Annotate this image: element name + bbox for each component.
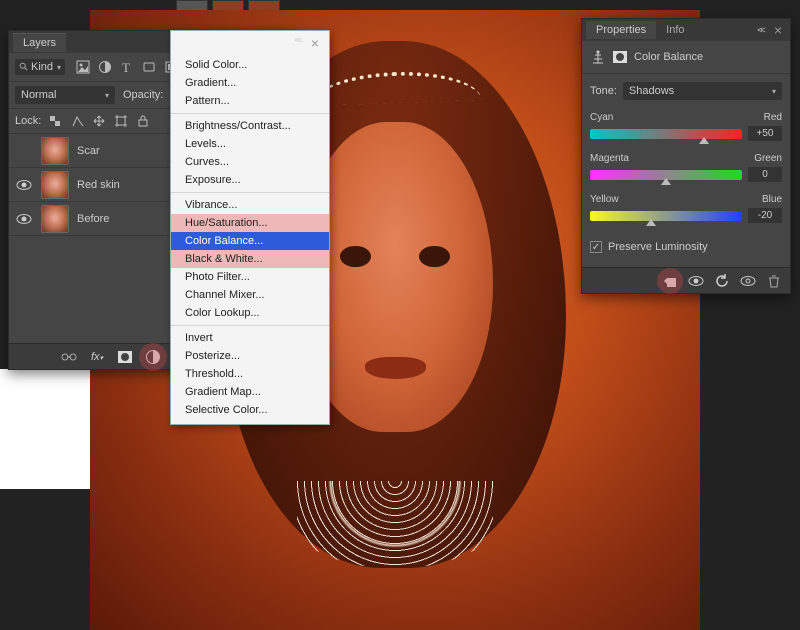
layer-visibility-toggle[interactable] [15,213,33,225]
layer-fx-icon[interactable]: fx▾ [88,348,106,366]
clip-to-layer-icon[interactable] [662,273,678,289]
slider-handle[interactable] [661,178,671,186]
chevron-down-icon: ▾ [57,63,61,72]
adjustment-menu-item[interactable]: Curves... [171,153,329,171]
filter-shape-icon[interactable] [141,59,157,75]
layer-visibility-toggle[interactable] [15,179,33,191]
tone-dropdown[interactable]: Shadows ▾ [623,82,782,100]
adjustment-menu-item[interactable]: Threshold... [171,365,329,383]
slider-track[interactable] [590,211,742,221]
slider-value-input[interactable]: -20 [748,208,782,223]
adjustment-layer-menu: << × Solid Color...Gradient...Pattern...… [170,30,330,425]
slider-value-input[interactable]: 0 [748,167,782,182]
layer-thumbnail[interactable] [41,137,69,165]
adjustment-menu-item[interactable]: Posterize... [171,347,329,365]
layer-thumbnail[interactable] [41,205,69,233]
blend-mode-value: Normal [21,89,56,101]
properties-panel-footer [582,267,790,293]
filter-pixel-icon[interactable] [75,59,91,75]
adjustment-menu-item[interactable]: Gradient Map... [171,383,329,401]
toggle-visibility-icon[interactable] [740,273,756,289]
adjustment-menu-item[interactable]: Brightness/Contrast... [171,117,329,135]
color-balance-slider: Magenta Green 0 [582,149,790,190]
adjustment-menu-item[interactable]: Photo Filter... [171,268,329,286]
slider-handle[interactable] [646,219,656,227]
adjustment-menu-item[interactable]: Invert [171,329,329,347]
slider-right-label: Red [764,112,782,123]
slider-left-label: Yellow [590,194,619,205]
adjustment-menu-item[interactable]: Pattern... [171,92,329,110]
properties-panel: Properties Info << × Color Balance Tone:… [581,18,791,294]
layer-name: Scar [77,145,100,157]
delete-adjustment-icon[interactable] [766,273,782,289]
lock-artboard-icon[interactable] [113,113,129,129]
adjustment-menu-item[interactable]: Exposure... [171,171,329,189]
slider-track[interactable] [590,170,742,180]
layers-panel-tab[interactable]: Layers [13,33,66,52]
adjustment-menu-item[interactable]: Hue/Saturation... [171,214,329,232]
adjustment-menu-item[interactable]: Vibrance... [171,196,329,214]
tone-label: Tone: [590,85,617,97]
slider-right-label: Blue [762,194,782,205]
preserve-luminosity-label: Preserve Luminosity [608,241,708,253]
chevron-down-icon: ▾ [105,91,109,100]
adjustment-menu-item[interactable]: Gradient... [171,74,329,92]
properties-tab[interactable]: Properties [586,21,656,39]
tone-value: Shadows [629,85,674,97]
preserve-luminosity-checkbox[interactable]: ✓ [590,241,602,253]
opacity-label: Opacity: [123,89,163,101]
adjustment-menu-item[interactable]: Black & White... [171,250,329,268]
layer-name: Before [77,213,109,225]
slider-left-label: Cyan [590,112,613,123]
blend-mode-dropdown[interactable]: Normal ▾ [15,86,115,104]
color-balance-icon [590,49,606,65]
reset-icon[interactable] [714,273,730,289]
chevron-down-icon: ▾ [772,87,776,96]
adjustment-menu-item[interactable]: Color Lookup... [171,304,329,322]
lock-transparency-icon[interactable] [47,113,63,129]
info-tab[interactable]: Info [656,21,694,39]
layer-mask-icon[interactable] [116,348,134,366]
close-icon[interactable]: × [307,35,323,51]
slider-right-label: Green [754,153,782,164]
slider-left-label: Magenta [590,153,629,164]
color-balance-slider: Cyan Red +50 [582,108,790,149]
document-canvas-corner [0,369,90,489]
slider-handle[interactable] [699,137,709,145]
layer-thumbnail[interactable] [41,171,69,199]
lock-pixels-icon[interactable] [69,113,85,129]
layer-filter-kind-label: Kind [31,61,53,73]
layer-filter-kind-dropdown[interactable]: Kind ▾ [15,59,65,75]
adjustment-menu-item[interactable]: Channel Mixer... [171,286,329,304]
svg-text:T: T [122,60,130,74]
color-balance-slider: Yellow Blue -20 [582,190,790,231]
filter-type-icon[interactable]: T [119,59,135,75]
slider-value-input[interactable]: +50 [748,126,782,141]
slider-track[interactable] [590,129,742,139]
lock-all-icon[interactable] [135,113,151,129]
new-adjustment-layer-icon[interactable] [144,348,162,366]
adjustment-menu-item[interactable]: Selective Color... [171,401,329,419]
close-icon[interactable]: × [770,22,786,38]
adjustment-title: Color Balance [634,51,703,63]
lock-label: Lock: [15,115,41,127]
adjustment-menu-item[interactable]: Color Balance... [171,232,329,250]
adjustment-menu-item[interactable]: Levels... [171,135,329,153]
lock-position-icon[interactable] [91,113,107,129]
layer-name: Red skin [77,179,120,191]
adjustment-menu-item[interactable]: Solid Color... [171,56,329,74]
view-previous-state-icon[interactable] [688,273,704,289]
collapse-icon[interactable]: << [757,25,764,35]
collapse-icon[interactable]: << [294,35,301,51]
layer-mask-thumb-icon[interactable] [612,49,628,65]
filter-adjustment-icon[interactable] [97,59,113,75]
link-layers-icon[interactable] [60,348,78,366]
